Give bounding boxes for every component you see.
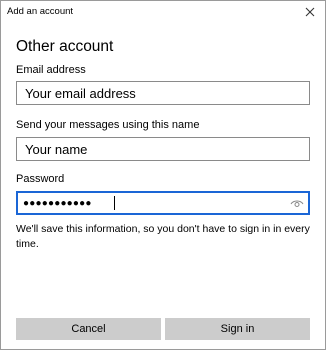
email-field[interactable]: Your email address (16, 81, 310, 105)
name-field[interactable]: Your name (16, 137, 310, 161)
cancel-button[interactable]: Cancel (16, 318, 161, 340)
window-title: Add an account (7, 6, 74, 17)
close-icon (305, 7, 315, 17)
sign-in-button[interactable]: Sign in (165, 318, 310, 340)
info-text: We'll save this information, so you don'… (16, 223, 310, 250)
email-label: Email address (16, 64, 86, 76)
password-field-value: ●●●●●●●●●●● (23, 198, 92, 209)
close-button[interactable] (299, 2, 321, 22)
name-field-value: Your name (25, 142, 88, 157)
password-field[interactable]: ●●●●●●●●●●● (16, 191, 310, 215)
text-caret (114, 196, 115, 210)
name-label: Send your messages using this name (16, 119, 200, 131)
password-label: Password (16, 173, 65, 185)
add-account-dialog: Add an account Other account Email addre… (0, 0, 326, 350)
page-title: Other account (16, 38, 114, 55)
title-bar: Add an account (1, 1, 325, 25)
email-field-value: Your email address (25, 86, 136, 101)
eye-icon[interactable] (289, 195, 305, 211)
